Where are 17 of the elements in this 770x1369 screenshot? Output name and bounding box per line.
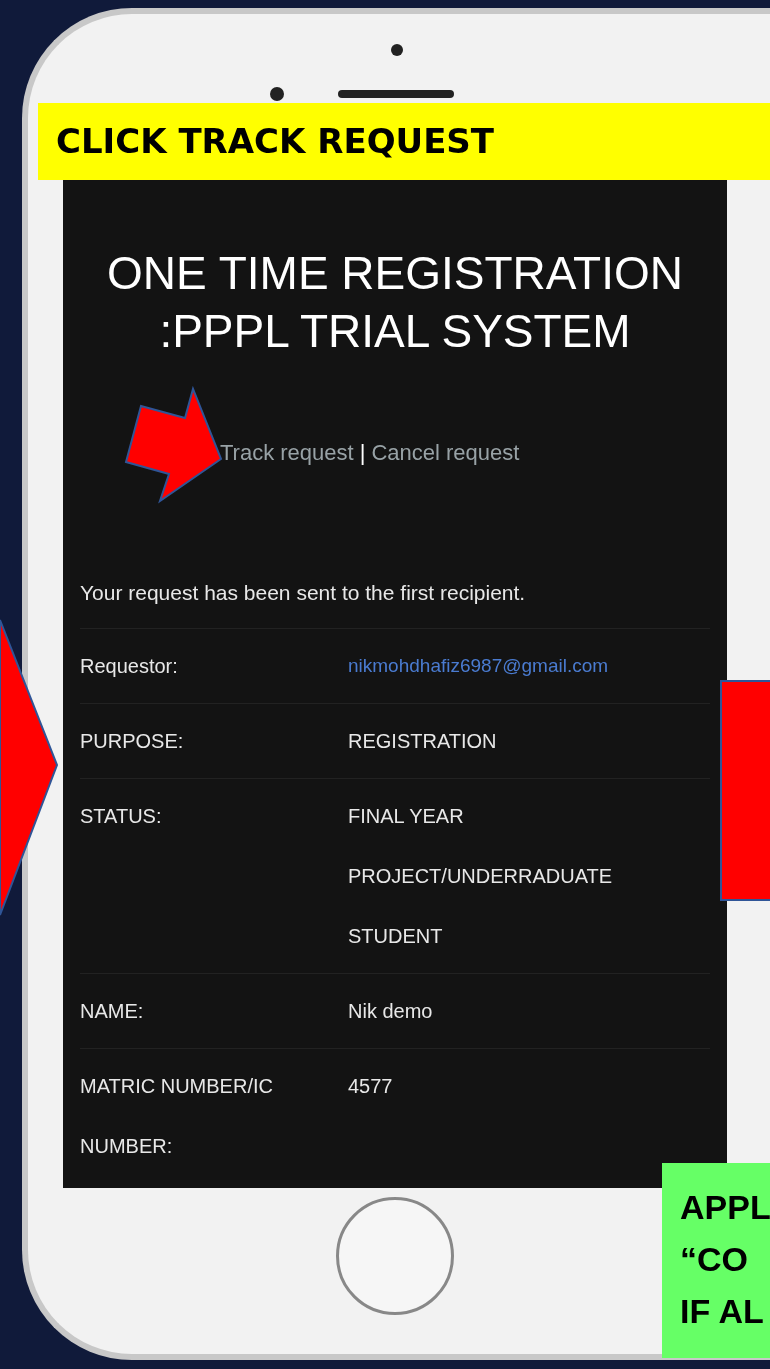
field-label: Requestor:: [80, 654, 179, 679]
field-value: 4577: [348, 1074, 394, 1099]
page-title: ONE TIME REGISTRATION :PPPL TRIAL SYSTEM: [106, 246, 684, 359]
instruction-banner: CLICK TRACK REQUEST: [38, 103, 770, 180]
email-link[interactable]: nikmohdhafiz6987@gmail.com: [348, 636, 609, 696]
link-separator: |: [359, 439, 366, 467]
field-label: NAME:: [80, 999, 145, 1024]
field-value: FINAL YEAR PROJECT/UNDERRADUATE STUDENT: [348, 804, 614, 949]
confirmation-message: Your request has been sent to the first recipient.: [80, 580, 527, 606]
track-request-link[interactable]: Track request: [220, 438, 354, 468]
field-value: Nik demo: [348, 999, 434, 1024]
field-label: MATRIC NUMBER/IC NUMBER:: [80, 1074, 274, 1159]
field-label: PURPOSE:: [80, 729, 185, 754]
cancel-request-link[interactable]: Cancel request: [371, 438, 520, 468]
field-value: REGISTRATION: [348, 729, 498, 754]
instruction-note: APPL “CO IF AL: [662, 1163, 770, 1358]
field-label: STATUS:: [80, 804, 163, 829]
